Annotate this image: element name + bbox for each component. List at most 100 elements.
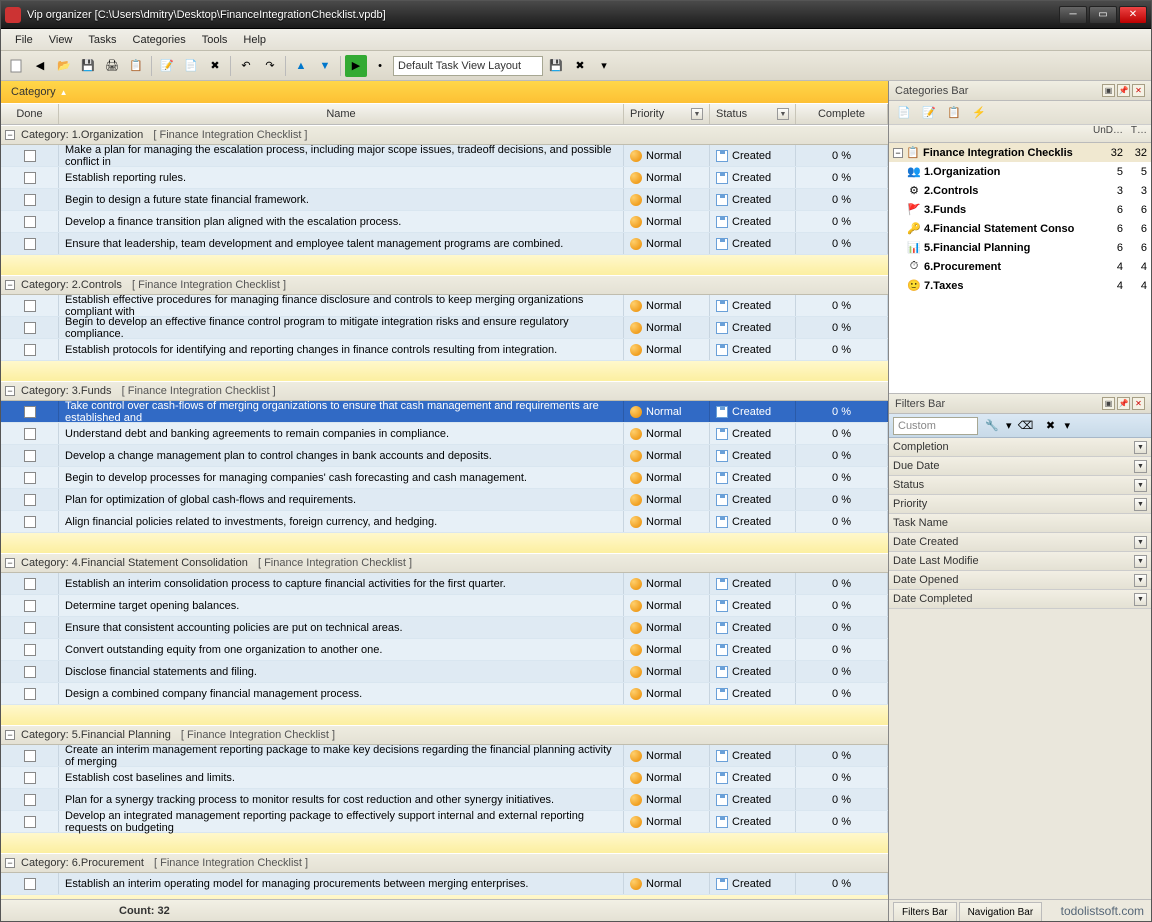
movedown-icon[interactable]: ▼ — [314, 55, 336, 77]
panel-pin-icon[interactable]: 📌 — [1117, 84, 1130, 97]
done-cell[interactable] — [1, 811, 59, 832]
done-cell[interactable] — [1, 873, 59, 894]
filter-del-icon[interactable]: ✖ — [1040, 415, 1062, 437]
cat-edit-icon[interactable]: 📝 — [918, 102, 940, 124]
dropdown-icon[interactable]: ▼ — [1134, 536, 1147, 549]
task-row[interactable]: Create an interim management reporting p… — [1, 745, 888, 767]
tree-item[interactable]: −📋Finance Integration Checklis3232 — [889, 143, 1151, 162]
group-bar[interactable]: Category ▲ — [1, 81, 888, 103]
col-name[interactable]: Name — [59, 104, 624, 124]
undo-icon[interactable]: ↶ — [235, 55, 257, 77]
checkbox[interactable] — [24, 666, 36, 678]
col-complete[interactable]: Complete — [796, 104, 888, 124]
dropdown-icon[interactable]: ▼ — [1134, 593, 1147, 606]
moveup-icon[interactable]: ▲ — [290, 55, 312, 77]
panel-close-icon[interactable]: ✕ — [1132, 84, 1145, 97]
bullet-icon[interactable]: • — [369, 55, 391, 77]
task-row[interactable]: Establish reporting rules.NormalCreated0… — [1, 167, 888, 189]
tree-item[interactable]: ⚙2.Controls33 — [889, 181, 1151, 200]
done-cell[interactable] — [1, 401, 59, 422]
done-cell[interactable] — [1, 211, 59, 232]
task-row[interactable]: Plan for a synergy tracking process to m… — [1, 789, 888, 811]
layout-field[interactable]: Default Task View Layout — [393, 56, 543, 76]
dropdown-icon[interactable]: ▼ — [1134, 498, 1147, 511]
panel-max-icon[interactable]: ▣ — [1102, 397, 1115, 410]
tree-item[interactable]: ⏱6.Procurement44 — [889, 257, 1151, 276]
close-button[interactable]: ✕ — [1119, 6, 1147, 24]
done-cell[interactable] — [1, 317, 59, 338]
done-cell[interactable] — [1, 233, 59, 254]
panel-pin-icon[interactable]: 📌 — [1117, 397, 1130, 410]
tree-item[interactable]: 👥1.Organization55 — [889, 162, 1151, 181]
checkbox[interactable] — [24, 688, 36, 700]
checkbox[interactable] — [24, 578, 36, 590]
tab-navigation-bar[interactable]: Navigation Bar — [959, 902, 1043, 921]
redo-icon[interactable]: ↷ — [259, 55, 281, 77]
task-row[interactable]: Establish effective procedures for manag… — [1, 295, 888, 317]
menu-view[interactable]: View — [41, 32, 81, 48]
checkbox[interactable] — [24, 750, 36, 762]
collapse-icon[interactable]: − — [5, 386, 15, 396]
task-row[interactable]: Establish protocols for identifying and … — [1, 339, 888, 361]
menu-file[interactable]: File — [7, 32, 41, 48]
task-row[interactable]: Convert outstanding equity from one orga… — [1, 639, 888, 661]
category-row[interactable]: −Category: 1.Organization [ Finance Inte… — [1, 125, 888, 145]
task-row[interactable]: Plan for optimization of global cash-flo… — [1, 489, 888, 511]
filter-apply-icon[interactable]: 🔧 — [981, 415, 1003, 437]
task-row[interactable]: Ensure that leadership, team development… — [1, 233, 888, 255]
col-done[interactable]: Done — [1, 104, 59, 124]
panel-max-icon[interactable]: ▣ — [1102, 84, 1115, 97]
task-row[interactable]: Disclose financial statements and filing… — [1, 661, 888, 683]
dropdown-icon[interactable]: ▼ — [1134, 460, 1147, 473]
window-titlebar[interactable]: Vip organizer [C:\Users\dmitry\Desktop\F… — [1, 1, 1151, 29]
menu-tasks[interactable]: Tasks — [80, 32, 124, 48]
task-row[interactable]: Develop a change management plan to cont… — [1, 445, 888, 467]
cat-action-icon[interactable]: ⚡ — [968, 102, 990, 124]
custom-filter-field[interactable]: Custom — [893, 417, 978, 435]
filter-row[interactable]: Status▼ — [889, 476, 1151, 495]
dropdown-icon[interactable]: ▼ — [1134, 479, 1147, 492]
filter-row[interactable]: Date Last Modifie▼ — [889, 552, 1151, 571]
maximize-button[interactable]: ▭ — [1089, 6, 1117, 24]
task-row[interactable]: Establish an interim consolidation proce… — [1, 573, 888, 595]
collapse-icon[interactable]: − — [5, 558, 15, 568]
tab-filters-bar[interactable]: Filters Bar — [893, 902, 957, 921]
checkbox[interactable] — [24, 300, 36, 312]
col-priority[interactable]: Priority▼ — [624, 104, 710, 124]
checkbox[interactable] — [24, 772, 36, 784]
tree-item[interactable]: 🔑4.Financial Statement Conso66 — [889, 219, 1151, 238]
task-row[interactable]: Align financial policies related to inve… — [1, 511, 888, 533]
menu-help[interactable]: Help — [235, 32, 274, 48]
task-row[interactable]: Begin to develop processes for managing … — [1, 467, 888, 489]
open-icon[interactable]: 📂 — [53, 55, 75, 77]
checkbox[interactable] — [24, 194, 36, 206]
task-row[interactable]: Understand debt and banking agreements t… — [1, 423, 888, 445]
collapse-icon[interactable]: − — [5, 730, 15, 740]
panel-close-icon[interactable]: ✕ — [1132, 397, 1145, 410]
checkbox[interactable] — [24, 472, 36, 484]
done-cell[interactable] — [1, 167, 59, 188]
done-cell[interactable] — [1, 595, 59, 616]
collapse-icon[interactable]: − — [893, 148, 903, 158]
checkbox[interactable] — [24, 816, 36, 828]
done-cell[interactable] — [1, 683, 59, 704]
collapse-icon[interactable]: − — [5, 280, 15, 290]
dropdown-icon[interactable]: ▼ — [777, 108, 789, 120]
done-cell[interactable] — [1, 445, 59, 466]
task-row[interactable]: Develop a finance transition plan aligne… — [1, 211, 888, 233]
del-layout-icon[interactable]: ✖ — [569, 55, 591, 77]
filter-row[interactable]: Task Name — [889, 514, 1151, 533]
done-cell[interactable] — [1, 573, 59, 594]
category-row[interactable]: −Category: 6.Procurement [ Finance Integ… — [1, 853, 888, 873]
done-cell[interactable] — [1, 423, 59, 444]
task-row[interactable]: Develop an integrated management reporti… — [1, 811, 888, 833]
back-icon[interactable]: ◀ — [29, 55, 51, 77]
done-cell[interactable] — [1, 467, 59, 488]
category-row[interactable]: −Category: 3.Funds [ Finance Integration… — [1, 381, 888, 401]
task-row[interactable]: Determine target opening balances.Normal… — [1, 595, 888, 617]
tree-item[interactable]: 🚩3.Funds66 — [889, 200, 1151, 219]
task-row[interactable]: Begin to design a future state financial… — [1, 189, 888, 211]
done-cell[interactable] — [1, 489, 59, 510]
delete-icon[interactable]: ✖ — [204, 55, 226, 77]
done-cell[interactable] — [1, 745, 59, 766]
